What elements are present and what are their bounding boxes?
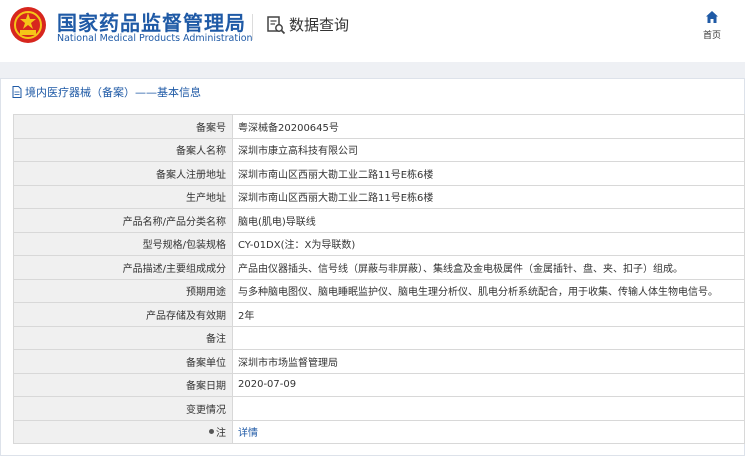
field-value: CY-01DX(注：X为导联数) [232,231,745,256]
record-info-table: 备案号 粤深械备20200645号 备案人名称 深圳市康立高科技有限公司 备案人… [13,114,745,444]
field-label: 产品描述/主要组成成分 [13,255,233,280]
table-row: 产品名称/产品分类名称 脑电(肌电)导联线 [13,208,745,233]
brand-name-cn: 国家药品监督管理局 [57,11,246,35]
field-value: 深圳市市场监督管理局 [232,349,745,374]
note-label-group: 注 [209,424,226,439]
field-label: 备注 [13,325,233,350]
table-row: 产品描述/主要组成成分 产品由仪器插头、信号线（屏蔽与非屏蔽）、集线盒及金电极属… [13,255,745,280]
field-value: 深圳市南山区西丽大勘工业二路11号E栋6楼 [232,161,745,186]
field-label: 生产地址 [13,184,233,209]
field-label: 备案号 [13,114,233,139]
field-value: 详情 [232,419,745,444]
home-button[interactable]: 首页 [697,10,727,41]
table-row: 生产地址 深圳市南山区西丽大勘工业二路11号E栋6楼 [13,184,745,209]
header-divider [252,14,253,40]
table-row: 备案单位 深圳市市场监督管理局 [13,349,745,374]
field-value: 深圳市南山区西丽大勘工业二路11号E栋6楼 [232,184,745,209]
field-label: 备案日期 [13,372,233,397]
national-emblem-icon [10,7,46,43]
note-label: 注 [216,428,226,440]
field-label: 产品存储及有效期 [13,302,233,327]
field-label: 变更情况 [13,396,233,421]
field-label: 预期用途 [13,278,233,303]
field-value: 粤深械备20200645号 [232,114,745,139]
data-query-label: 数据查询 [289,16,350,34]
field-value: 与多种脑电图仪、脑电睡眠监护仪、脑电生理分析仪、肌电分析系统配合，用于收集、传输… [232,278,745,303]
field-value: 2年 [232,302,745,327]
table-row: 备案人注册地址 深圳市南山区西丽大勘工业二路11号E栋6楼 [13,161,745,186]
table-row: 备案日期 2020-07-09 [13,372,745,397]
bullet-dot-icon [209,429,214,435]
document-search-icon [267,15,286,34]
document-icon [12,86,22,98]
breadcrumb: 境内医疗器械（备案）——基本信息 [12,84,201,100]
field-value: 脑电(肌电)导联线 [232,208,745,233]
field-value: 产品由仪器插头、信号线（屏蔽与非屏蔽）、集线盒及金电极属件（金属插针、盘、夹、扣… [232,255,745,280]
field-label: 备案单位 [13,349,233,374]
brand-name-en: National Medical Products Administration [57,33,253,44]
field-label: 产品名称/产品分类名称 [13,208,233,233]
field-value [232,325,745,350]
table-row: 型号规格/包装规格 CY-01DX(注：X为导联数) [13,231,745,256]
table-row: 备注 [13,325,745,350]
field-value: 2020-07-09 [232,372,745,397]
field-value [232,396,745,421]
table-row: 产品存储及有效期 2年 [13,302,745,327]
field-value: 深圳市康立高科技有限公司 [232,137,745,162]
field-label: 型号规格/包装规格 [13,231,233,256]
table-row: 备案人名称 深圳市康立高科技有限公司 [13,137,745,162]
field-label: 备案人注册地址 [13,161,233,186]
field-label: 备案人名称 [13,137,233,162]
home-label: 首页 [702,31,721,41]
breadcrumb-text: 境内医疗器械（备案）——基本信息 [25,86,201,99]
table-row: 备案号 粤深械备20200645号 [13,114,745,139]
field-label-note: 注 [13,419,233,444]
data-query-link[interactable]: 数据查询 [266,14,349,35]
table-row: 变更情况 [13,396,745,421]
details-link[interactable]: 详情 [238,428,258,439]
home-icon [706,11,718,23]
site-header: 国家药品监督管理局 National Medical Products Admi… [0,0,745,62]
table-row: 预期用途 与多种脑电图仪、脑电睡眠监护仪、脑电生理分析仪、肌电分析系统配合，用于… [13,278,745,303]
table-row: 注 详情 [13,419,745,444]
